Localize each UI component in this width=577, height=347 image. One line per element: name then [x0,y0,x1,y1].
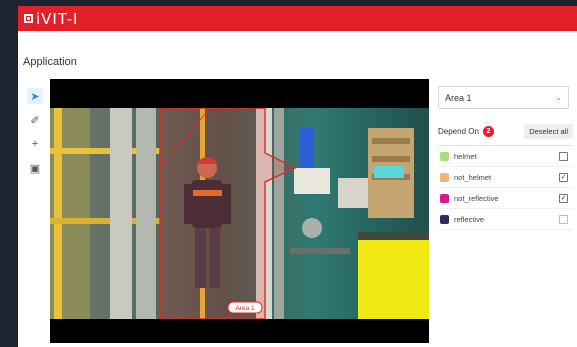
label-name: not_reflective [454,193,499,203]
label-item-reflective[interactable]: reflective [438,209,573,230]
depend-on-label: Depend On [438,126,479,136]
label-name: not_helmet [454,172,492,182]
label-name: reflective [454,214,485,224]
camera-frame: Area 1 [50,108,429,319]
plus-icon[interactable]: + [27,136,43,152]
color-swatch [440,172,449,182]
label-name: helmet [454,151,477,161]
polygon-draw-icon[interactable]: ✐ [27,112,43,128]
area-select[interactable]: Area 1 ⌄ [438,86,569,109]
logo-mark-icon [24,14,33,23]
page-title: Application [23,56,77,68]
label-checkbox[interactable]: ✓ [559,172,568,182]
navigation-arrow-icon[interactable]: ➤ [27,88,43,104]
app-window: iVIT-I Application ➤ ✐ + ▣ Area 1 Area 1… [18,6,577,347]
depend-count-badge: 2 [482,125,494,137]
color-swatch [440,193,449,203]
label-item-not-reflective[interactable]: not_reflective ✓ [438,188,573,209]
settings-panel: Area 1 ⌄ Depend On 2 Deselect all helmet… [438,86,577,230]
chevron-down-icon: ⌄ [555,93,562,102]
label-item-helmet[interactable]: helmet [438,146,573,167]
label-checkbox[interactable] [559,151,568,161]
logo: iVIT-I [24,9,79,28]
logo-text: iVIT-I [36,9,79,28]
drawing-toolbar: ➤ ✐ + ▣ [27,88,45,184]
area-tag-label: Area 1 [235,305,255,312]
area-select-value: Area 1 [445,92,472,103]
deselect-all-button[interactable]: Deselect all [524,123,573,139]
video-viewer[interactable]: Area 1 [50,79,429,343]
depend-on-header: Depend On 2 Deselect all [438,123,577,139]
delete-icon[interactable]: ▣ [27,160,43,176]
label-item-not-helmet[interactable]: not_helmet ✓ [438,167,573,188]
label-checkbox[interactable] [559,214,568,224]
color-swatch [440,214,449,224]
area-tag: Area 1 [227,301,263,314]
label-checkbox[interactable]: ✓ [559,193,568,203]
top-bar: iVIT-I [18,6,577,31]
color-swatch [440,151,449,161]
